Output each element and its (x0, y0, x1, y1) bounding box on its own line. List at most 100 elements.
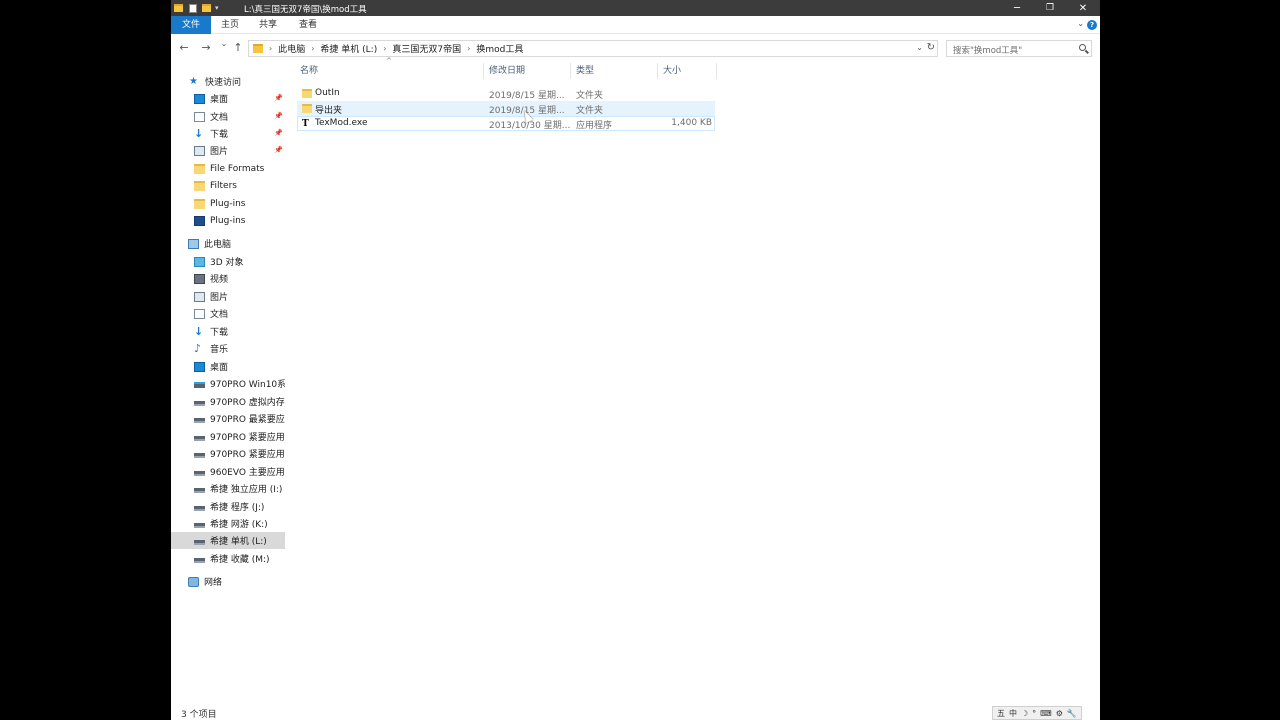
folder-icon (302, 104, 312, 113)
drive-icon (194, 400, 205, 406)
sidebar-item-filters[interactable]: Filters (171, 177, 285, 194)
sidebar-item-drive-important-apps-1[interactable]: 970PRO 紧要应用 (171, 428, 285, 445)
sidebar-item-downloads[interactable]: ↓ 下载 📌 (171, 125, 285, 142)
ime-tools-icon[interactable]: 🔧 (1067, 709, 1077, 718)
sidebar-item-file-formats[interactable]: File Formats (171, 160, 285, 177)
ime-keyboard-icon[interactable]: ⌨ (1040, 709, 1052, 718)
desktop-icon (194, 93, 205, 104)
sidebar-item-drive-k[interactable]: 希捷 网游 (K:) (171, 515, 285, 532)
desktop-icon (194, 361, 205, 372)
sidebar-item-videos[interactable]: 视频 (171, 270, 285, 287)
ime-halfwidth-icon[interactable]: ☽ (1021, 709, 1028, 718)
status-item-count: 3 个项目 (181, 710, 217, 720)
explorer-window: ▾ L:\真三国无双7帝国\换mod工具 ─ ❐ ✕ 文件 主页 共享 查看 ⌄… (171, 0, 1100, 720)
ime-toolbar: 五 中 ☽ ° ⌨ ⚙ 🔧 (992, 706, 1082, 720)
music-icon: ♪ (194, 341, 202, 355)
pin-icon[interactable]: 📌 (274, 129, 283, 137)
up-arrow-icon[interactable]: ↑ (231, 41, 245, 54)
sidebar-item-drive-i[interactable]: 希捷 独立应用 (I:) (171, 480, 285, 497)
file-type: 应用程序 (576, 121, 613, 131)
breadcrumb-game-folder[interactable]: 真三国无双7帝国 (386, 42, 467, 55)
sidebar-item-drive-main-apps[interactable]: 960EVO 主要应用 (171, 463, 285, 480)
folder-icon (194, 163, 205, 174)
sidebar-item-pc-downloads[interactable]: ↓ 下载 (171, 323, 285, 340)
pin-icon[interactable]: 📌 (274, 146, 283, 154)
file-row[interactable]: OutIn 2019/8/15 星期... 文件夹 (297, 86, 715, 101)
refresh-icon[interactable]: ↻ (927, 42, 935, 53)
new-folder-icon[interactable] (202, 4, 211, 12)
sidebar-item-documents[interactable]: 文档 📌 (171, 108, 285, 125)
file-row[interactable]: T TexMod.exe 2013/10/30 星期... 应用程序 1,400… (297, 116, 715, 131)
column-header-size[interactable]: 大小 (663, 63, 681, 79)
star-icon: ★ (189, 75, 198, 87)
sidebar-network[interactable]: 网络 (171, 573, 285, 590)
help-icon[interactable]: ? (1087, 20, 1097, 30)
column-divider[interactable] (657, 63, 658, 79)
ime-chinese-icon[interactable]: 中 (1009, 708, 1017, 719)
forward-arrow-icon[interactable]: → (199, 41, 213, 54)
tab-home[interactable]: 主页 (217, 16, 243, 34)
folder-app-icon (174, 4, 183, 12)
navigation-bar: ← → ⌄ ↑ › 此电脑 › 希捷 单机 (L:) › 真三国无双7帝国 › … (171, 36, 1100, 60)
column-divider[interactable] (570, 63, 571, 79)
restore-button[interactable]: ❐ (1033, 0, 1067, 16)
sidebar-item-drive-l[interactable]: 希捷 单机 (L:) (171, 532, 285, 549)
expand-ribbon-chevron-icon[interactable]: ⌄ (1077, 19, 1084, 28)
file-size: 1,400 KB (671, 118, 712, 128)
search-icon[interactable] (1079, 44, 1086, 51)
breadcrumb-this-pc[interactable]: 此电脑 (272, 42, 311, 55)
video-icon (194, 273, 205, 284)
folder-icon (194, 180, 205, 191)
column-header-name[interactable]: 名称 (300, 63, 318, 79)
document-icon (194, 308, 205, 319)
sidebar-item-pc-desktop[interactable]: 桌面 (171, 358, 285, 375)
customize-toolbar-chevron-icon[interactable]: ▾ (215, 4, 219, 12)
ime-settings-icon[interactable]: ⚙ (1056, 709, 1063, 718)
sidebar-item-3d-objects[interactable]: 3D 对象 (171, 253, 285, 270)
sidebar-item-drive-c[interactable]: 970PRO Win10系统 (171, 375, 285, 392)
address-bar[interactable]: › 此电脑 › 希捷 单机 (L:) › 真三国无双7帝国 › 换mod工具 ⌄… (248, 40, 938, 57)
sidebar-item-pc-documents[interactable]: 文档 (171, 305, 285, 322)
column-divider[interactable] (483, 63, 484, 79)
tab-share[interactable]: 共享 (255, 16, 281, 34)
file-row[interactable]: 导出夹 2019/8/15 星期... 文件夹 (297, 101, 715, 116)
column-divider[interactable] (716, 63, 717, 79)
tab-view[interactable]: 查看 (295, 16, 321, 34)
sidebar-item-music[interactable]: ♪ 音乐 (171, 340, 285, 357)
ime-mode-icon[interactable]: 五 (997, 708, 1005, 719)
sidebar-item-drive-critical-apps[interactable]: 970PRO 最紧要应用 (171, 410, 285, 427)
close-button[interactable]: ✕ (1066, 0, 1100, 16)
recent-locations-chevron-icon[interactable]: ⌄ (217, 39, 231, 48)
sidebar-item-drive-important-apps-2[interactable]: 970PRO 紧要应用 (171, 445, 285, 462)
sidebar-quick-access[interactable]: ★ 快速访问 (171, 73, 285, 90)
file-type: 文件夹 (576, 106, 604, 116)
sidebar-item-pc-pictures[interactable]: 图片 (171, 288, 285, 305)
sidebar-item-drive-j[interactable]: 希捷 程序 (J:) (171, 498, 285, 515)
search-box[interactable]: 搜索"换mod工具" (946, 40, 1092, 57)
sidebar-item-desktop[interactable]: 桌面 📌 (171, 90, 285, 107)
back-arrow-icon[interactable]: ← (177, 41, 191, 54)
pin-icon[interactable]: 📌 (274, 94, 283, 102)
sidebar-item-drive-m[interactable]: 希捷 收藏 (M:) (171, 550, 285, 567)
tab-file[interactable]: 文件 (171, 16, 211, 34)
plugin-folder-icon (194, 215, 205, 226)
sidebar-item-drive-virtual-memory[interactable]: 970PRO 虚拟内存 (171, 393, 285, 410)
file-date: 2019/8/15 星期... (489, 91, 565, 101)
minimize-button[interactable]: ─ (1000, 0, 1034, 16)
title-bar: ▾ L:\真三国无双7帝国\换mod工具 ─ ❐ ✕ (171, 0, 1100, 16)
address-dropdown-chevron-icon[interactable]: ⌄ (916, 43, 923, 52)
pin-icon[interactable]: 📌 (274, 112, 283, 120)
network-icon (188, 576, 199, 587)
sidebar-item-pictures[interactable]: 图片 📌 (171, 142, 285, 159)
properties-icon[interactable] (189, 3, 197, 13)
sidebar-item-plug-ins[interactable]: Plug-ins (171, 195, 285, 212)
sidebar-this-pc[interactable]: 此电脑 (171, 235, 285, 252)
sidebar-item-plug-ins-2[interactable]: Plug-ins (171, 212, 285, 229)
folder-icon (194, 198, 205, 209)
breadcrumb-drive-l[interactable]: 希捷 单机 (L:) (314, 42, 383, 55)
breadcrumb-current-folder[interactable]: 换mod工具 (470, 42, 529, 55)
drive-icon (194, 452, 205, 458)
column-header-type[interactable]: 类型 (576, 63, 594, 79)
ime-punctuation-icon[interactable]: ° (1032, 709, 1036, 718)
column-header-date[interactable]: 修改日期 (489, 63, 525, 79)
